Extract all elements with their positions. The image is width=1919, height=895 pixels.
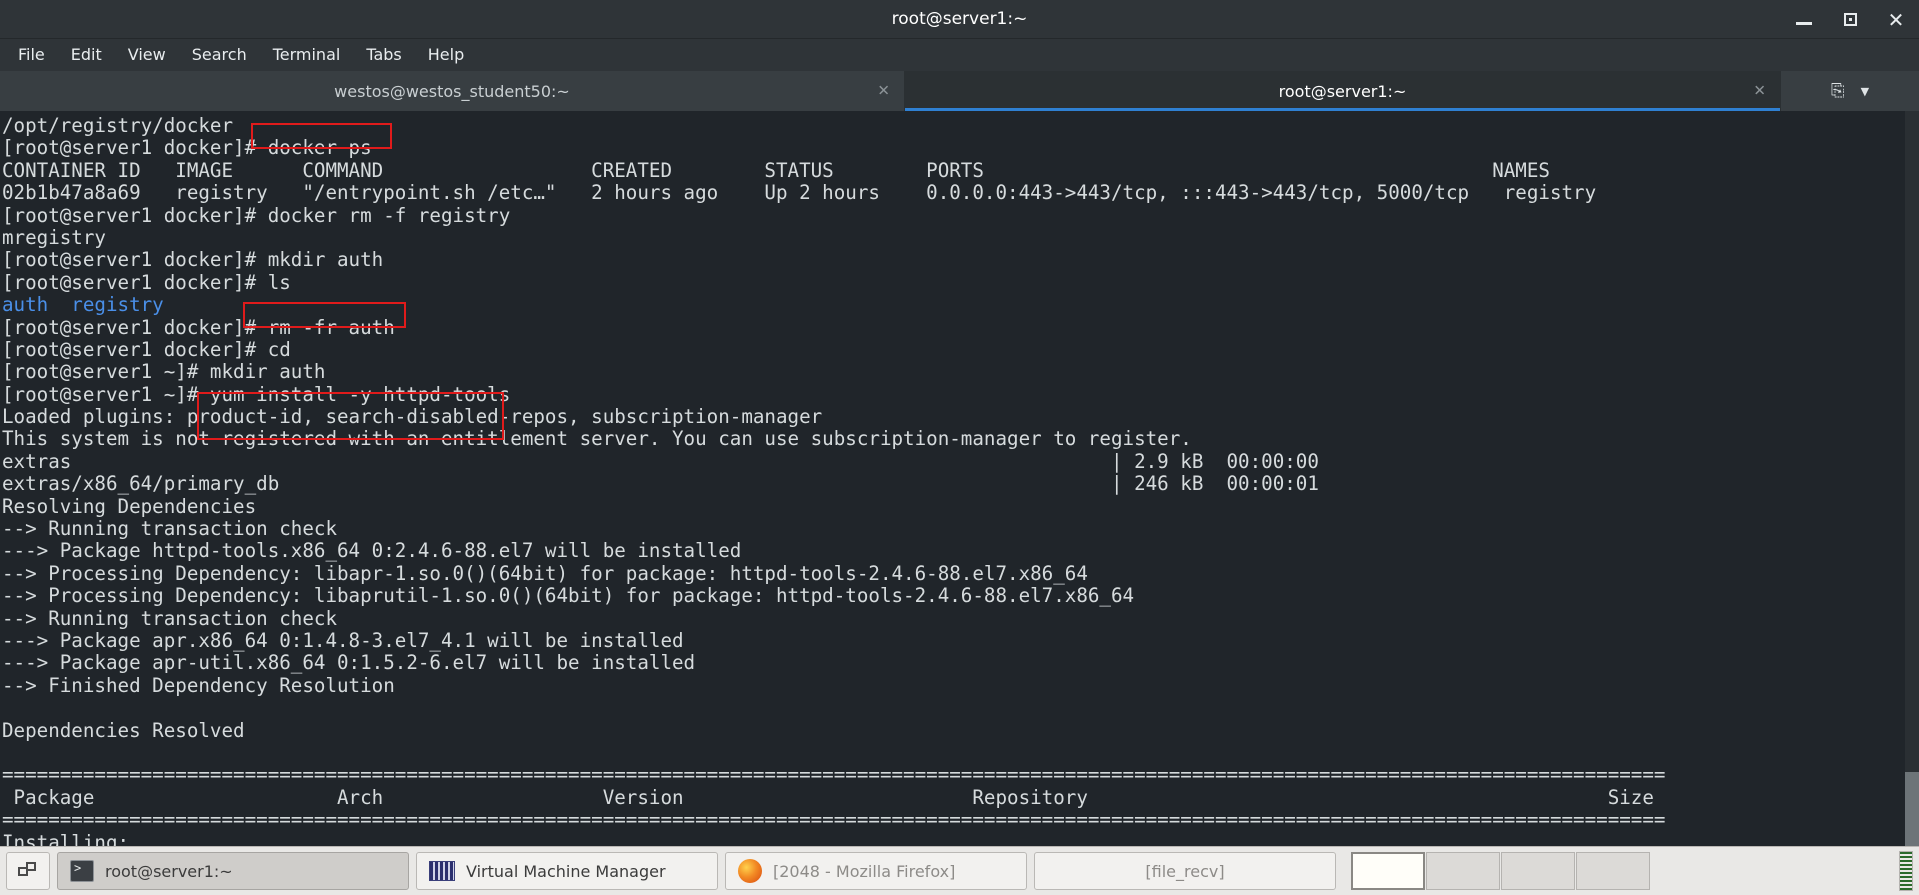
- terminal-line: 02b1b47a8a69 registry "/entrypoint.sh /e…: [2, 181, 1597, 205]
- taskbar-item-virtual-machine-manager[interactable]: Virtual Machine Manager: [416, 852, 718, 890]
- terminal-line: Package Arch Version Repository Size: [2, 785, 1654, 809]
- taskbar-item-label: [file_recv]: [1145, 861, 1225, 881]
- tabbar: westos@westos_student50:~ ✕ root@server1…: [0, 71, 1919, 111]
- tab-westos-student50[interactable]: westos@westos_student50:~ ✕: [0, 71, 905, 111]
- terminal-line: CONTAINER ID IMAGE COMMAND CREATED STATU…: [2, 158, 1550, 182]
- workspace-4[interactable]: [1576, 852, 1650, 890]
- terminal-line: [root@server1 docker]# docker ps: [2, 136, 372, 160]
- window-title: root@server1:~: [891, 9, 1028, 29]
- terminal-line: mregistry: [2, 225, 106, 249]
- scrollbar-thumb[interactable]: [1905, 772, 1919, 846]
- terminal-output[interactable]: /opt/registry/docker [root@server1 docker…: [0, 111, 1919, 846]
- terminal-line: extras/x86_64/primary_db | 246 kB 00:00:…: [2, 472, 1319, 496]
- menu-item-edit[interactable]: Edit: [58, 39, 115, 71]
- terminal-line: Installing:: [2, 830, 130, 846]
- terminal-line: --> Processing Dependency: libaprutil-1.…: [2, 584, 1135, 608]
- taskbar-item-terminal[interactable]: root@server1:~: [57, 852, 409, 890]
- menu-item-file[interactable]: File: [5, 39, 58, 71]
- terminal-line: auth registry: [2, 293, 164, 317]
- terminal-line: Resolving Dependencies: [2, 494, 257, 518]
- taskbar-item-label: Virtual Machine Manager: [466, 861, 666, 881]
- tab-close-icon[interactable]: ✕: [1753, 83, 1766, 99]
- tab-close-icon[interactable]: ✕: [877, 83, 890, 99]
- terminal-line: --> Finished Dependency Resolution: [2, 673, 395, 697]
- terminal-line: --> Processing Dependency: libapr-1.so.0…: [2, 561, 1088, 585]
- terminal-line: [root@server1 docker]# mkdir auth: [2, 248, 384, 272]
- taskbar-item-label: root@server1:~: [105, 861, 233, 881]
- terminal-text-lines: /opt/registry/docker [root@server1 docker…: [0, 111, 1665, 846]
- terminal-line: ========================================…: [2, 763, 1666, 787]
- terminal-line: ---> Package apr-util.x86_64 0:1.5.2-6.e…: [2, 651, 696, 675]
- tab-label: westos@westos_student50:~: [334, 81, 570, 101]
- terminal-line: [root@server1 docker]# cd: [2, 337, 291, 361]
- terminal-line: --> Running transaction check: [2, 517, 338, 541]
- terminal-line: ---> Package httpd-tools.x86_64 0:2.4.6-…: [2, 539, 742, 563]
- taskbar-item-firefox[interactable]: [2048 - Mozilla Firefox]: [725, 852, 1027, 890]
- window-titlebar: root@server1:~ ✕: [0, 0, 1919, 39]
- show-desktop-icon[interactable]: [6, 852, 50, 890]
- menu-item-search[interactable]: Search: [179, 39, 260, 71]
- taskbar-item-label: [2048 - Mozilla Firefox]: [773, 861, 956, 881]
- menu-item-terminal[interactable]: Terminal: [260, 39, 354, 71]
- terminal-line: This system is not registered with an en…: [2, 427, 1192, 451]
- workspace-1[interactable]: [1351, 852, 1425, 890]
- workspace-3[interactable]: [1501, 852, 1575, 890]
- workspace-2[interactable]: [1426, 852, 1500, 890]
- terminal-line: [root@server1 docker]# docker rm -f regi…: [2, 203, 511, 227]
- terminal-line: [root@server1 docker]# rm -fr auth: [2, 315, 395, 339]
- minimize-button[interactable]: [1781, 0, 1827, 39]
- tabbar-controls: ⎘ ▼: [1780, 71, 1919, 111]
- terminal-icon: [70, 860, 94, 882]
- workspace-switcher: [1351, 852, 1650, 890]
- terminal-line: ---> Package apr.x86_64 0:1.4.8-3.el7_4.…: [2, 628, 684, 652]
- maximize-button[interactable]: [1827, 0, 1873, 39]
- menubar: File Edit View Search Terminal Tabs Help: [0, 39, 1919, 71]
- system-tray-indicator: [1899, 851, 1913, 891]
- taskbar-item-file-recv[interactable]: [file_recv]: [1034, 852, 1336, 890]
- terminal-line: [root@server1 docker]# ls: [2, 270, 291, 294]
- terminal-line: [root@server1 ~]# yum install -y httpd-t…: [2, 382, 511, 406]
- terminal-line: Loaded plugins: product-id, search-disab…: [2, 405, 823, 429]
- terminal-line: [root@server1 ~]# mkdir auth: [2, 360, 326, 384]
- tab-root-server1[interactable]: root@server1:~ ✕: [905, 71, 1780, 111]
- chevron-down-icon[interactable]: ▼: [1861, 85, 1869, 98]
- menu-item-help[interactable]: Help: [415, 39, 477, 71]
- terminal-line: extras | 2.9 kB 00:00:00: [2, 449, 1319, 473]
- terminal-line: --> Running transaction check: [2, 606, 338, 630]
- menu-item-tabs[interactable]: Tabs: [353, 39, 414, 71]
- vmm-icon: [429, 861, 455, 881]
- terminal-line: /opt/registry/docker: [2, 114, 234, 137]
- menu-item-view[interactable]: View: [115, 39, 179, 71]
- terminal-line: ========================================…: [2, 808, 1666, 832]
- taskbar: root@server1:~ Virtual Machine Manager […: [0, 846, 1919, 895]
- terminal-line: Dependencies Resolved: [2, 718, 245, 742]
- windows-overlap-icon: [18, 862, 38, 880]
- firefox-icon: [738, 859, 762, 883]
- new-tab-icon[interactable]: ⎘: [1831, 81, 1845, 101]
- tab-label: root@server1:~: [1278, 81, 1407, 101]
- close-icon[interactable]: ✕: [1873, 0, 1919, 39]
- terminal-scrollbar[interactable]: [1905, 111, 1919, 846]
